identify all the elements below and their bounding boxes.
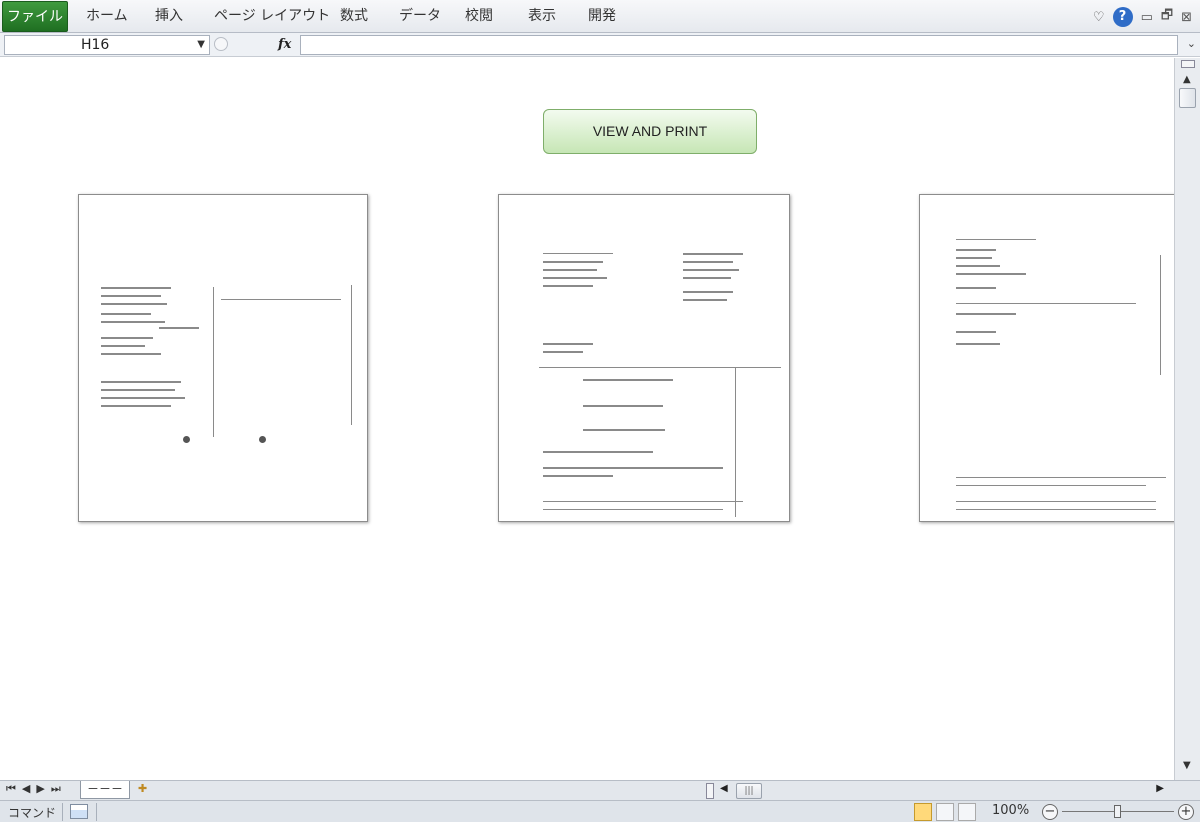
formula-bar: H16 ▼ fx ⌄ <box>0 33 1200 57</box>
ribbon-tab-bar: ファイル ホーム 挿入 ページ レイアウト 数式 データ 校閲 表示 開発 ♡ … <box>0 0 1200 33</box>
scroll-right-icon[interactable]: ▶ <box>1156 783 1164 794</box>
help-icon[interactable]: ? <box>1112 7 1133 27</box>
scroll-left-icon[interactable]: ◀ <box>720 783 728 794</box>
tab-home[interactable]: ホーム <box>86 0 128 33</box>
formula-cancel-icon[interactable] <box>214 37 228 51</box>
sheet-nav-arrows[interactable]: ⏮◀▶⏭ <box>6 782 67 796</box>
tab-file[interactable]: ファイル <box>2 1 68 32</box>
insert-function-icon[interactable]: fx <box>278 35 291 55</box>
vertical-scrollbar[interactable]: ▲ ▼ <box>1174 58 1200 780</box>
page-thumbnail-1[interactable] <box>78 194 368 522</box>
sheet-tab-bar: ⏮◀▶⏭ －－－ ✚ ◀ ||| ▶ <box>0 780 1200 800</box>
insert-sheet-icon[interactable]: ✚ <box>138 782 162 798</box>
zoom-out-icon[interactable]: − <box>1042 804 1058 820</box>
chevron-down-icon[interactable]: ▼ <box>197 36 205 54</box>
horizontal-scroll-thumb[interactable]: ||| <box>736 783 762 799</box>
macro-record-icon[interactable] <box>70 804 88 819</box>
scroll-up-icon[interactable]: ▲ <box>1183 74 1191 85</box>
window-minimize-icon[interactable]: ▭ <box>1141 10 1153 25</box>
horizontal-scrollbar[interactable]: ◀ ||| ▶ <box>706 783 1170 799</box>
split-box[interactable] <box>1181 60 1195 68</box>
page-layout-view-icon[interactable] <box>936 803 954 821</box>
tab-page-layout[interactable]: ページ レイアウト <box>214 0 330 33</box>
tab-formulas[interactable]: 数式 <box>340 0 368 33</box>
formula-input[interactable] <box>300 35 1178 55</box>
normal-view-icon[interactable] <box>914 803 932 821</box>
vertical-scroll-thumb[interactable] <box>1179 88 1196 108</box>
sheet-tab[interactable]: －－－ <box>80 781 130 799</box>
zoom-level[interactable]: 100% <box>992 803 1029 818</box>
ribbon-minimize-icon[interactable]: ♡ <box>1093 10 1105 25</box>
name-box-value: H16 <box>81 37 110 53</box>
page-thumbnail-3[interactable] <box>919 194 1174 522</box>
expand-formula-icon[interactable]: ⌄ <box>1187 37 1196 50</box>
tab-split-box[interactable] <box>706 783 714 799</box>
zoom-slider-knob[interactable] <box>1114 805 1121 818</box>
page-thumbnail-2[interactable] <box>498 194 790 522</box>
window-restore-icon[interactable]: 🗗 <box>1161 6 1173 28</box>
tab-developer[interactable]: 開発 <box>588 0 616 33</box>
worksheet-area[interactable]: VIEW AND PRINT <box>0 60 1174 780</box>
tab-view[interactable]: 表示 <box>528 0 556 33</box>
page-break-view-icon[interactable] <box>958 803 976 821</box>
view-buttons <box>914 803 984 821</box>
status-bar: コマンド 100% − + <box>0 800 1200 822</box>
zoom-in-icon[interactable]: + <box>1178 804 1194 820</box>
view-and-print-button[interactable]: VIEW AND PRINT <box>543 109 757 154</box>
tab-data[interactable]: データ <box>399 0 441 33</box>
tab-insert[interactable]: 挿入 <box>155 0 183 33</box>
tab-review[interactable]: 校閲 <box>465 0 493 33</box>
status-mode: コマンド <box>8 806 57 820</box>
name-box[interactable]: H16 ▼ <box>4 35 210 55</box>
window-close-icon[interactable]: ⊠ <box>1181 10 1192 25</box>
scroll-down-icon[interactable]: ▼ <box>1183 760 1191 771</box>
